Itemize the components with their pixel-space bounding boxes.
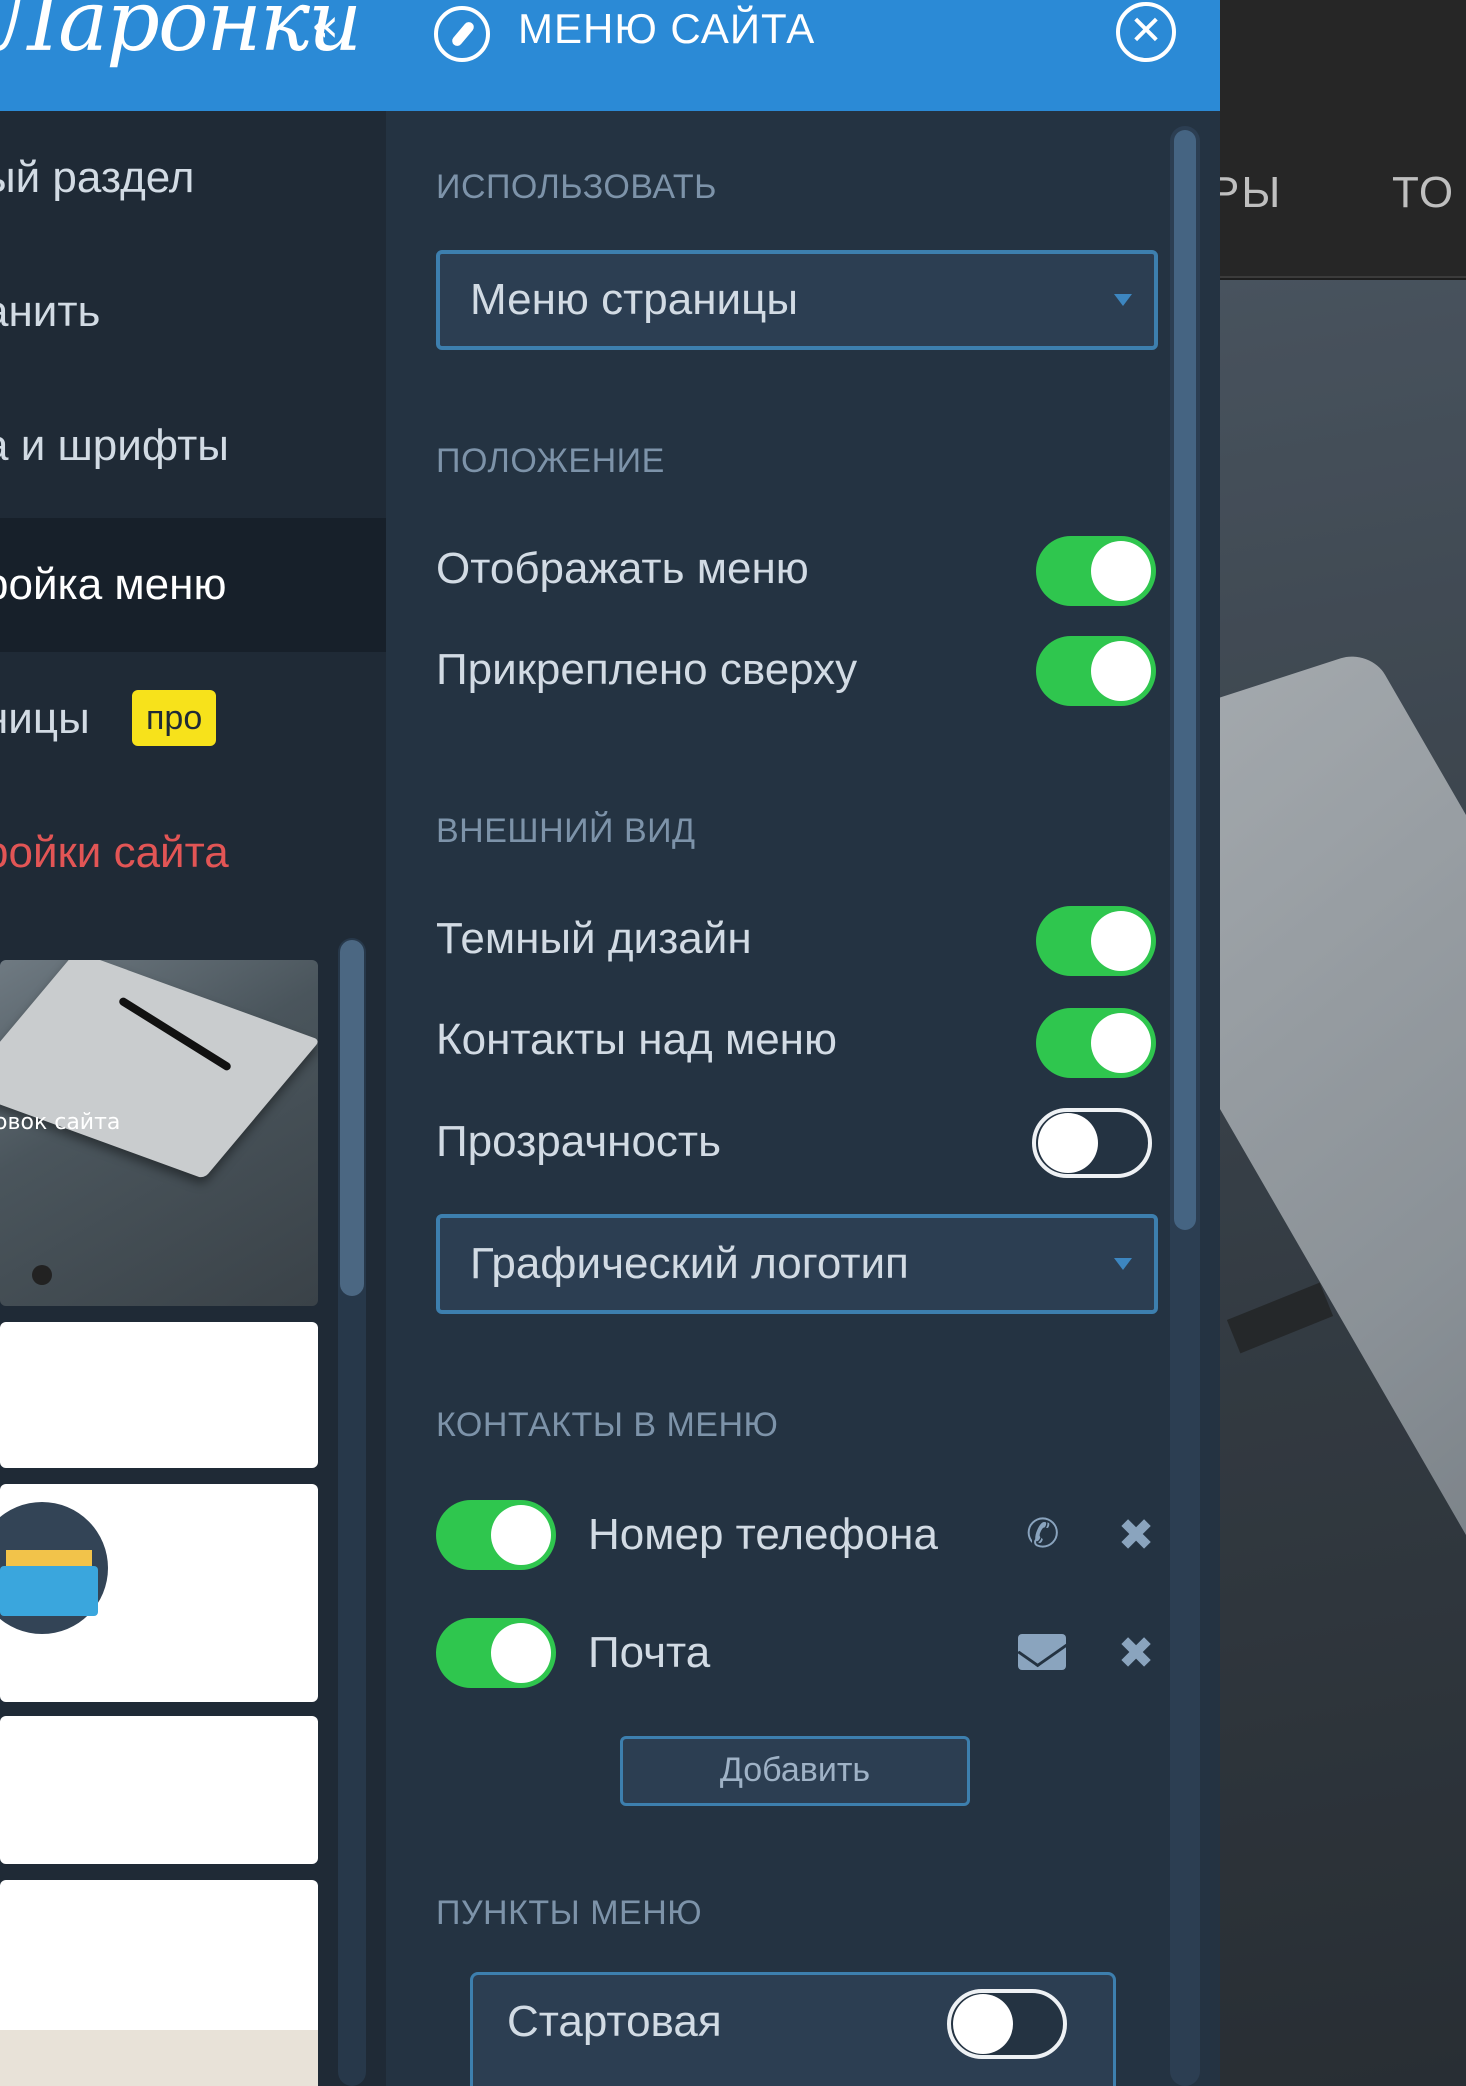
transparency-toggle[interactable] <box>1032 1108 1152 1178</box>
site-preview: РЫ ТО <box>1220 0 1466 2086</box>
chevron-down-icon <box>1114 1258 1132 1270</box>
hero-overlay <box>1220 280 1466 2086</box>
sidebar-item-colors-fonts[interactable]: а и шрифты <box>0 379 386 513</box>
sidebar-item-label: ый раздел <box>0 153 195 202</box>
toggle-knob <box>1091 641 1151 701</box>
section-label-appearance: ВНЕШНИЙ ВИД <box>436 812 696 850</box>
add-contact-button[interactable]: Добавить <box>620 1736 970 1806</box>
menu-item-start-toggle[interactable] <box>947 1989 1067 2059</box>
logo-type-select[interactable]: Графический логотип <box>436 1214 1158 1314</box>
show-menu-toggle[interactable] <box>1036 536 1156 606</box>
scroll-down-icon <box>32 1265 52 1285</box>
toggle-knob <box>1091 1013 1151 1073</box>
preview-nav-item[interactable]: ТО <box>1392 168 1455 218</box>
menu-settings-panel: МЕНЮ САЙТА ✕ ИСПОЛЬЗОВАТЬ Меню страницы … <box>386 0 1220 2086</box>
sidebar-item-label: анить <box>0 287 101 336</box>
section-label-use: ИСПОЛЬЗОВАТЬ <box>436 168 717 206</box>
contacts-above-toggle[interactable] <box>1036 1008 1156 1078</box>
section-label-menu-items: ПУНКТЫ МЕНЮ <box>436 1894 703 1932</box>
sidebar-item-label: ройки сайта <box>0 828 229 877</box>
section-label-position: ПОЛОЖЕНИЕ <box>436 442 665 480</box>
section-thumbnail-hero[interactable]: ловок сайта <box>0 960 318 1306</box>
show-menu-label: Отображать меню <box>436 544 809 593</box>
mail-contact-toggle[interactable] <box>436 1618 556 1688</box>
phone-contact-toggle[interactable] <box>436 1500 556 1570</box>
sidebar-item-pages[interactable]: ницы про <box>0 652 386 786</box>
dark-design-label: Темный дизайн <box>436 914 752 963</box>
section-thumbnail-text-2[interactable] <box>0 1716 318 1864</box>
mail-contact-label: Почта <box>588 1628 711 1677</box>
thumbnail-notebook <box>0 960 318 1179</box>
sidebar-item-site-settings[interactable]: ройки сайта <box>0 786 386 920</box>
chevron-down-icon <box>1114 294 1132 306</box>
compass-icon <box>434 6 490 62</box>
remove-mail-icon[interactable]: ✖ <box>1114 1632 1158 1676</box>
remove-phone-icon[interactable]: ✖ <box>1114 1514 1158 1558</box>
thumbnail-map <box>0 2030 318 2086</box>
sidebar-item-new-section[interactable]: ый раздел <box>0 111 386 245</box>
section-label-contacts: КОНТАКТЫ В МЕНЮ <box>436 1406 779 1444</box>
sidebar-item-label: ницы <box>0 694 90 743</box>
toggle-knob <box>491 1623 551 1683</box>
sticky-top-toggle[interactable] <box>1036 636 1156 706</box>
toggle-knob <box>1091 911 1151 971</box>
transparency-label: Прозрачность <box>436 1117 721 1166</box>
preview-navbar: РЫ ТО <box>1220 0 1466 278</box>
toggle-knob <box>1038 1113 1098 1173</box>
collapse-sidebar-icon[interactable]: « <box>300 2 350 52</box>
thumbnail-box-icon <box>0 1566 98 1616</box>
phone-contact-label: Номер телефона <box>588 1510 938 1559</box>
pro-badge: про <box>132 690 217 746</box>
mail-icon <box>1018 1634 1066 1670</box>
menu-source-value: Меню страницы <box>470 275 798 324</box>
phone-icon: ✆ <box>1026 1511 1060 1557</box>
sidebar-item-label: ройка меню <box>0 560 227 609</box>
thumbnail-title: ловок сайта <box>0 1110 121 1135</box>
preview-nav-item[interactable]: РЫ <box>1220 168 1282 218</box>
section-thumbnail-text[interactable] <box>0 1322 318 1468</box>
toggle-knob <box>953 1994 1013 2054</box>
sidebar-header: Ларонки « <box>0 0 386 111</box>
dark-design-toggle[interactable] <box>1036 906 1156 976</box>
menu-panel-title: МЕНЮ САЙТА <box>518 5 816 52</box>
menu-panel-header: МЕНЮ САЙТА ✕ <box>386 0 1220 111</box>
thumbnails-scrollbar-thumb[interactable] <box>340 940 364 1296</box>
toggle-knob <box>1091 541 1151 601</box>
close-icon[interactable]: ✕ <box>1116 2 1176 62</box>
section-thumbnail-about[interactable] <box>0 1880 318 2086</box>
sidebar-item-menu-settings[interactable]: ройка меню <box>0 518 386 652</box>
sidebar: Ларонки « ый раздел анить а и шрифты рой… <box>0 0 386 2086</box>
panel-scrollbar-thumb[interactable] <box>1174 130 1196 1230</box>
logo-type-value: Графический логотип <box>470 1239 909 1288</box>
menu-item-start[interactable]: Стартовая <box>470 1972 1116 2086</box>
contacts-above-label: Контакты над меню <box>436 1015 837 1064</box>
sidebar-item-save[interactable]: анить <box>0 245 386 379</box>
sidebar-item-label: а и шрифты <box>0 421 229 470</box>
toggle-knob <box>491 1505 551 1565</box>
menu-source-select[interactable]: Меню страницы <box>436 250 1158 350</box>
sticky-top-label: Прикреплено сверху <box>436 645 858 694</box>
menu-item-label: Стартовая <box>507 1997 722 2046</box>
section-thumbnail-feature[interactable] <box>0 1484 318 1702</box>
